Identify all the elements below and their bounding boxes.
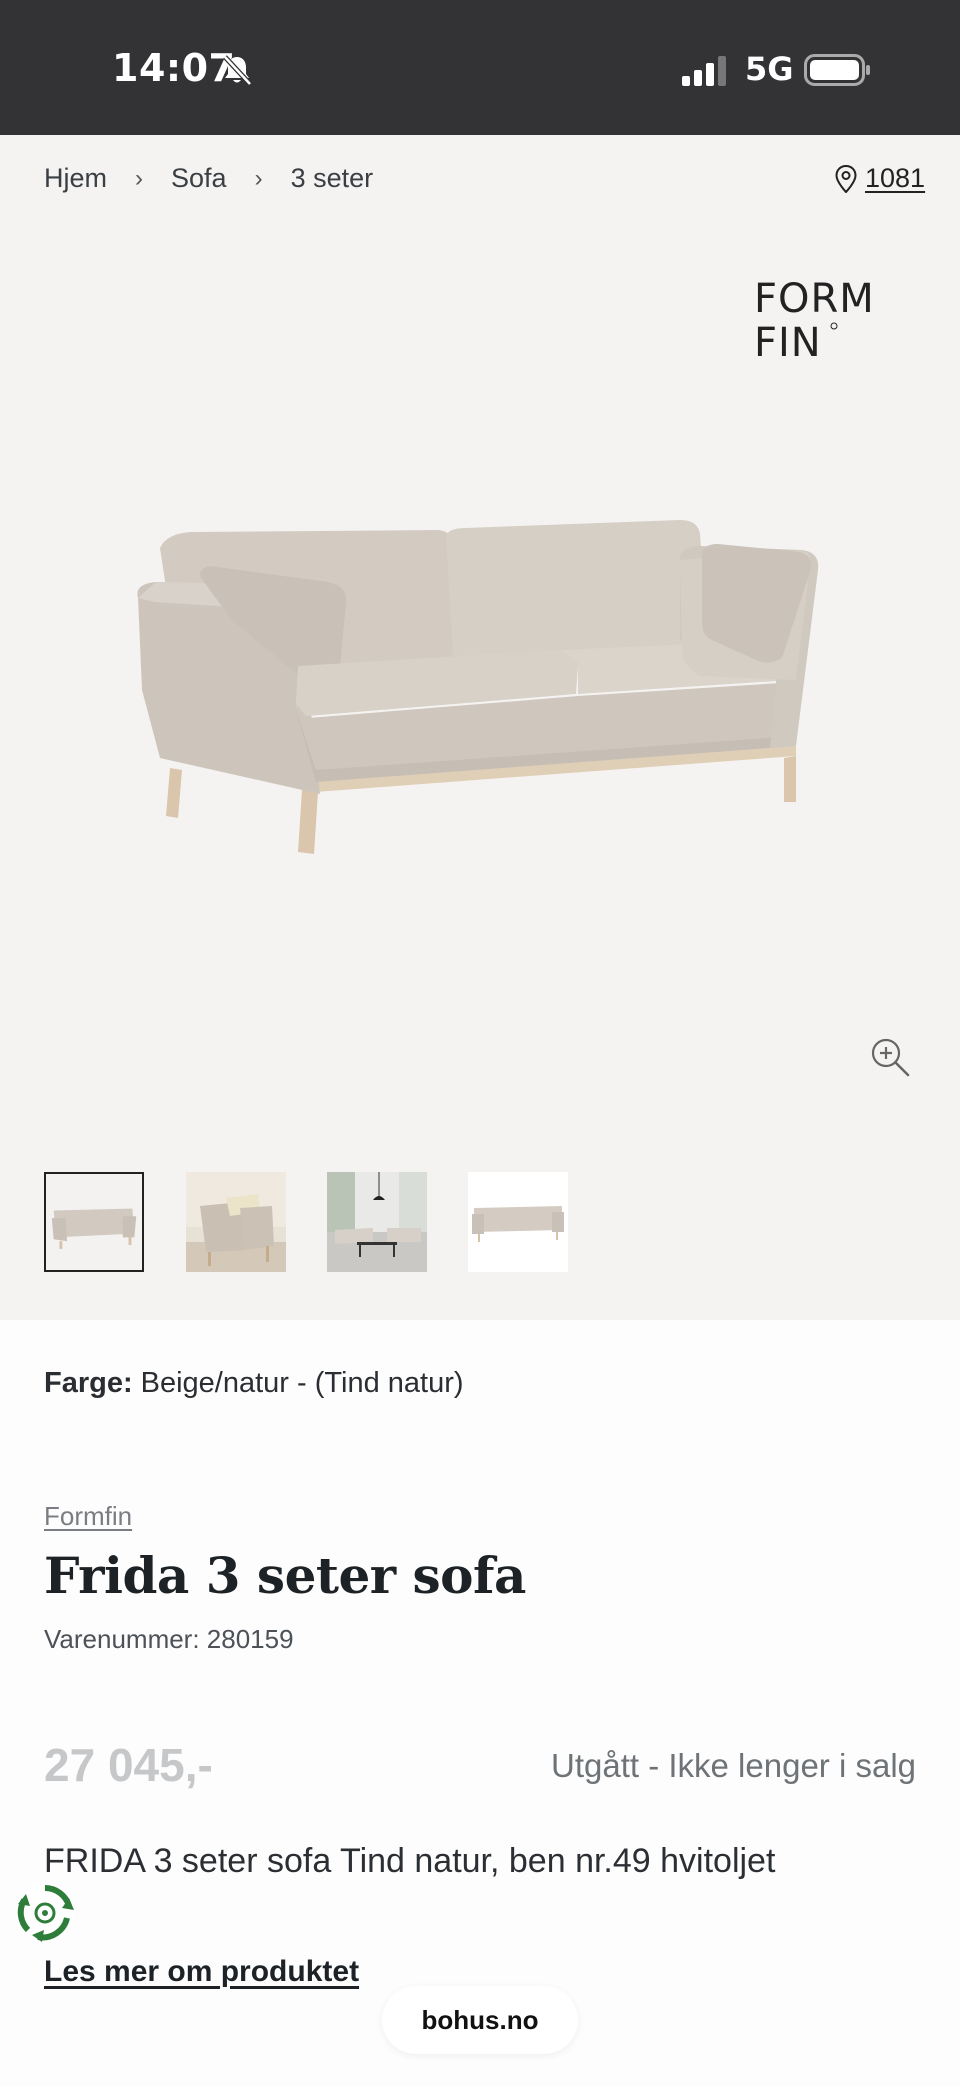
color-value: Beige/natur - (Tind natur) (140, 1367, 464, 1399)
product-color: Farge: Beige/natur - (Tind natur) (44, 1367, 464, 1400)
location-code[interactable]: 1081 (865, 163, 925, 194)
breadcrumb-item-home[interactable]: Hjem (44, 163, 107, 194)
product-description: FRIDA 3 seter sofa Tind natur, ben nr.49… (44, 1842, 776, 1880)
breadcrumb-item-sofa[interactable]: Sofa (171, 163, 227, 194)
status-bar: 14:07 5G (0, 0, 960, 135)
recycle-icon[interactable] (14, 1882, 76, 1944)
thumbnail-2[interactable] (186, 1172, 286, 1272)
store-location[interactable]: 1081 (835, 163, 925, 194)
thumbnail-sofa-icon (46, 1174, 142, 1270)
read-more-link[interactable]: Les mer om produktet (44, 1955, 359, 1989)
network-type: 5G (745, 50, 794, 88)
chevron-right-icon: › (254, 164, 263, 192)
zoom-in-icon[interactable] (869, 1036, 911, 1078)
color-label: Farge: (44, 1367, 133, 1399)
signal-icon (682, 56, 726, 86)
status-time: 14:07 (112, 46, 236, 90)
location-pin-icon (835, 164, 857, 193)
battery-icon (804, 54, 870, 86)
thumbnail-3[interactable] (327, 1172, 427, 1272)
brand-link[interactable]: Formfin (44, 1501, 132, 1532)
thumbnail-living-room-icon (327, 1172, 427, 1272)
thumbnail-1[interactable] (44, 1172, 144, 1272)
product-price: 27 045,- (44, 1739, 213, 1791)
bell-muted-icon (223, 55, 252, 86)
thumbnail-sofa-side-icon (468, 1172, 568, 1272)
logo-line-1: FORM (754, 276, 875, 322)
product-image-sofa[interactable] (120, 490, 840, 870)
thumbnail-interior-icon (186, 1172, 286, 1272)
product-sku: Varenummer: 280159 (44, 1624, 294, 1654)
breadcrumb-item-3-seter[interactable]: 3 seter (291, 163, 374, 194)
product-title: Frida 3 seter sofa (44, 1546, 526, 1605)
thumbnail-4[interactable] (468, 1172, 568, 1272)
browser-url-pill[interactable]: bohus.no (382, 1986, 578, 2054)
breadcrumb: Hjem › Sofa › 3 seter (44, 163, 373, 194)
availability-status: Utgått - Ikke lenger i salg (551, 1747, 916, 1784)
chevron-right-icon: › (135, 164, 144, 192)
logo-line-2: FIN (754, 320, 822, 360)
formfin-logo: FORM FIN (754, 276, 875, 360)
